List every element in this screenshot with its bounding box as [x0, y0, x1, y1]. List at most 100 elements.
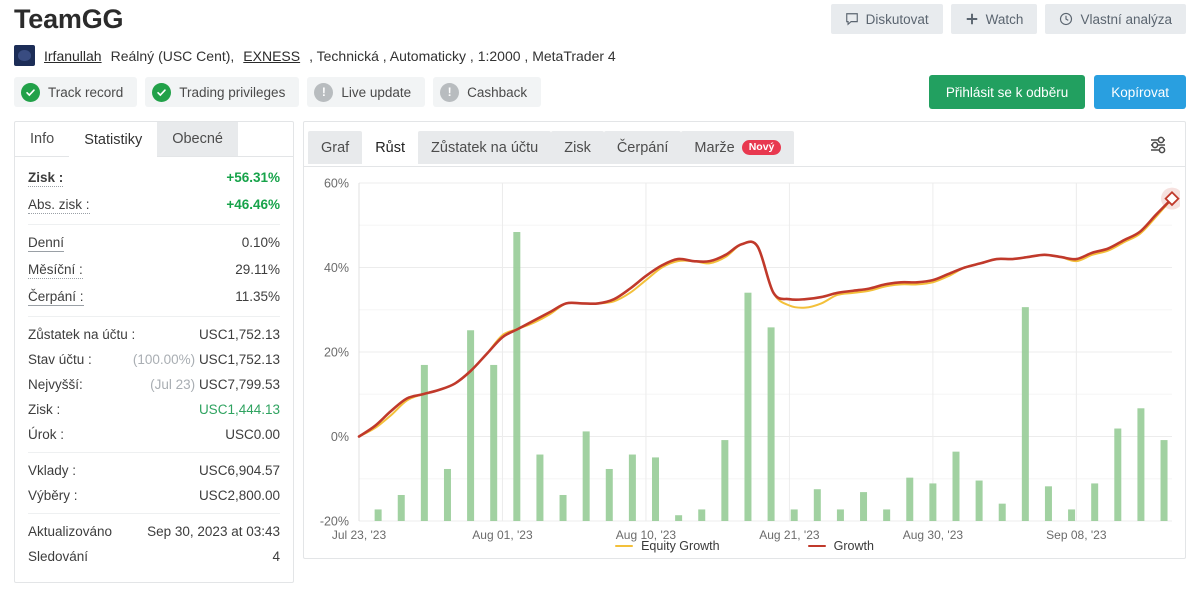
statistics-row-label[interactable]: Abs. zisk : [28, 197, 90, 214]
chart-bar[interactable] [929, 483, 937, 521]
chart-bar[interactable] [467, 330, 475, 521]
chart-bar[interactable] [559, 494, 567, 521]
sliders-icon[interactable] [1149, 135, 1171, 160]
statistics-row: Sledování 4 [28, 544, 280, 569]
chart-bar[interactable] [1114, 428, 1122, 521]
status-chip-cashback[interactable]: ! Cashback [433, 77, 542, 107]
chart-bar[interactable] [513, 232, 521, 521]
chart-bar[interactable] [975, 480, 983, 521]
statistics-row: Čerpání : 11.35% [28, 284, 280, 311]
watch-label: Watch [985, 11, 1024, 27]
chart-bar[interactable] [721, 440, 729, 521]
statistics-row: Vklady : USC6,904.57 [28, 458, 280, 483]
statistics-row-value: 11.35% [235, 289, 280, 304]
statistics-panel: Info Statistiky Obecné Zisk : +56.31% Abs.… [14, 121, 294, 583]
tab-obecne[interactable]: Obecné [157, 122, 238, 156]
chart-bar[interactable] [767, 327, 775, 521]
chart-bar[interactable] [1021, 307, 1029, 521]
status-chip-label: Cashback [467, 84, 528, 100]
statistics-row-value: (100.00%) USC1,752.13 [133, 352, 280, 367]
statistics-group: Zůstatek na účtu : USC1,752.13 Stav účtu :… [28, 316, 280, 452]
chart-bar[interactable] [490, 364, 498, 521]
status-badge: Nový [741, 139, 782, 156]
y-axis-tick-label: 0% [331, 430, 349, 444]
chart-bar[interactable] [813, 489, 821, 521]
legend-item-equity-growth[interactable]: Equity Growth [615, 539, 720, 553]
page-header: TeamGG Diskutovat Watch Vlastní analýza [0, 0, 1200, 109]
custom-analysis-button[interactable]: Vlastní analýza [1045, 4, 1186, 34]
copy-button[interactable]: Kopírovat [1094, 75, 1186, 109]
chart-bar[interactable] [998, 503, 1006, 521]
statistics-row-label: Zisk : [28, 402, 61, 417]
chart-bar[interactable] [628, 454, 636, 521]
chart-bar[interactable] [1137, 408, 1145, 521]
subscribe-button[interactable]: Přihlásit se k odběru [928, 75, 1086, 109]
statistics-row: Abs. zisk : +46.46% [28, 192, 280, 219]
chart-tabs: Graf Růst Zůstatek na účtu Zisk Čerpání … [304, 122, 1185, 167]
chart-bar[interactable] [652, 457, 660, 521]
status-chip-track-record[interactable]: Track record [14, 77, 138, 107]
discuss-button[interactable]: Diskutovat [830, 4, 943, 34]
status-chip-live-update[interactable]: ! Live update [307, 77, 426, 107]
tab-info[interactable]: Info [15, 122, 69, 156]
statistics-row: Nejvyšší: (Jul 23) USC7,799.53 [28, 372, 280, 397]
chart-bar[interactable] [836, 509, 844, 521]
account-details-text: , Technická , Automaticky , 1:2000 , Met… [309, 47, 616, 64]
chart-bar[interactable] [1068, 509, 1076, 521]
header-actions: Diskutovat Watch Vlastní analýza [830, 2, 1186, 34]
y-axis-tick-label: -20% [320, 515, 349, 529]
broker-link[interactable]: EXNESS [243, 48, 300, 64]
chart-bar[interactable] [883, 509, 891, 521]
tab-zustatek-na-uctu[interactable]: Zůstatek na účtu [418, 130, 552, 164]
chart-bar[interactable] [420, 364, 428, 521]
chart-bar[interactable] [860, 492, 868, 521]
statistics-row-label[interactable]: Čerpání : [28, 289, 84, 306]
statistics-row-label: Vklady : [28, 463, 77, 478]
statistics-row-label[interactable]: Měsíční : [28, 262, 83, 279]
exclamation-circle-icon: ! [314, 82, 334, 102]
tab-marze[interactable]: Marže Nový [681, 130, 795, 164]
chart-bar[interactable] [443, 468, 451, 521]
account-type-text: Reálný (USC Cent), [110, 47, 235, 64]
statistics-row: Stav účtu : (100.00%) USC1,752.13 [28, 347, 280, 372]
tab-statistiky[interactable]: Statistiky [69, 123, 158, 157]
statistics-row-value: USC6,904.57 [198, 463, 280, 478]
statistics-row-value: USC1,752.13 [198, 327, 280, 342]
watch-button[interactable]: Watch [950, 4, 1038, 34]
cta-group: Přihlásit se k odběru Kopírovat [928, 75, 1186, 109]
owner-link[interactable]: Irfanullah [44, 48, 102, 64]
status-chip-trading-privileges[interactable]: Trading privileges [145, 77, 300, 107]
tab-cerpani[interactable]: Čerpání [603, 130, 682, 164]
chart-bar[interactable] [536, 454, 544, 521]
chart-bar[interactable] [952, 451, 960, 521]
check-circle-icon [21, 82, 40, 102]
chart-bar[interactable] [906, 477, 914, 521]
statistics-row-label[interactable]: Zisk : [28, 170, 64, 187]
statistics-row-label: Sledování [28, 549, 89, 564]
chart-bar[interactable] [675, 515, 683, 521]
tab-rust[interactable]: Růst [362, 130, 419, 165]
chart-bar[interactable] [374, 509, 382, 521]
statistics-row-value: (Jul 23) USC7,799.53 [150, 377, 280, 392]
statistics-row-label[interactable]: Denní [28, 235, 65, 252]
legend-item-growth[interactable]: Growth [807, 539, 874, 553]
chart-bar[interactable] [744, 292, 752, 521]
statistics-row: Měsíční : 29.11% [28, 257, 280, 284]
legend-swatch [807, 544, 826, 548]
chart-bar[interactable] [397, 494, 405, 521]
chart-bar[interactable] [605, 468, 613, 521]
statistics-row-value: +46.46% [226, 197, 280, 212]
chart-bar[interactable] [790, 509, 798, 521]
chart-bar[interactable] [1091, 483, 1099, 521]
statistics-row: Zisk : +56.31% [28, 165, 280, 192]
tab-zisk[interactable]: Zisk [551, 130, 604, 164]
statistics-row-main: USC7,799.53 [198, 377, 280, 392]
chart-bar[interactable] [582, 431, 590, 521]
chart-bar[interactable] [1160, 440, 1168, 521]
chart-bar[interactable] [698, 509, 706, 521]
chart-bar[interactable] [1044, 486, 1052, 521]
tab-label: Růst [375, 139, 406, 156]
statistics-row-value: USC1,444.13 [198, 402, 280, 417]
statistics-row-label: Výběry : [28, 488, 78, 503]
tab-graf[interactable]: Graf [308, 130, 363, 164]
